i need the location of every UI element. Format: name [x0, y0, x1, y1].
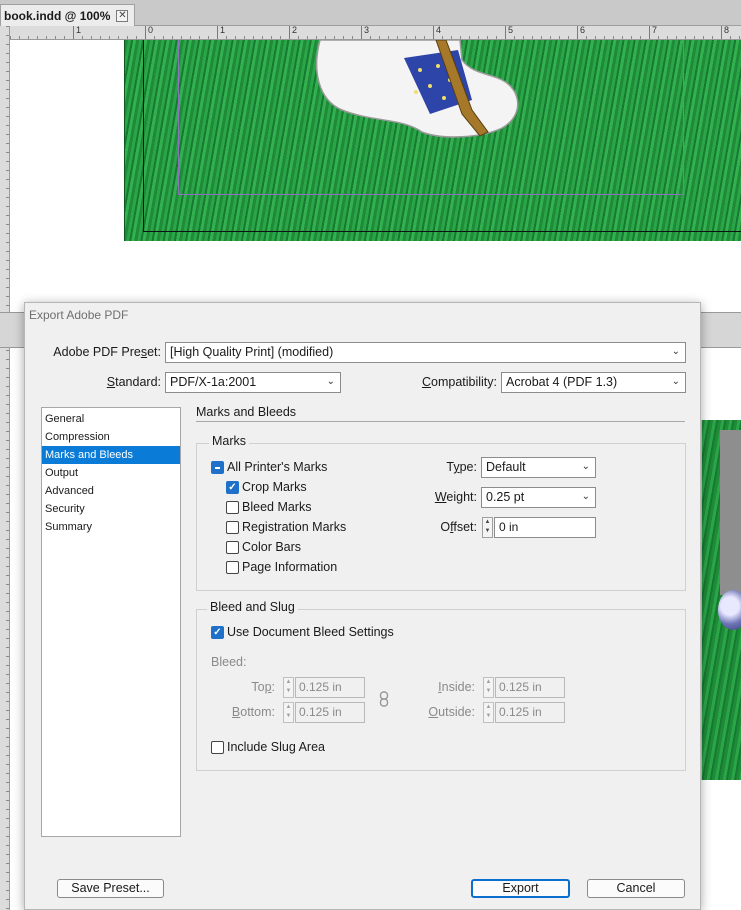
bleed-outside-stepper[interactable]: ▲ ▼ [483, 702, 494, 723]
bleed-bottom-stepper[interactable]: ▲ ▼ [283, 702, 294, 723]
dialog-title: Export Adobe PDF [29, 308, 129, 322]
include-slug-checkbox[interactable] [211, 741, 224, 754]
bleed-top-stepper[interactable]: ▲ ▼ [283, 677, 294, 698]
export-pdf-dialog: Export Adobe PDF Adobe PDF Preset: [High… [24, 302, 701, 910]
save-preset-button[interactable]: Save Preset... [57, 879, 164, 898]
ruler-label: 4 [433, 26, 441, 39]
export-button[interactable]: Export [471, 879, 570, 898]
registration-marks-checkbox[interactable] [226, 521, 239, 534]
bleed-bottom-label: Bottom: [231, 705, 275, 719]
registration-marks-label: Registration Marks [242, 520, 347, 534]
compatibility-label: Compatibility: [421, 375, 497, 389]
cancel-button[interactable]: Cancel [587, 879, 685, 898]
bleed-inside-stepper[interactable]: ▲ ▼ [483, 677, 494, 698]
standard-select[interactable]: PDF/X-1a:2001 ⌄ [165, 372, 341, 393]
sidebar-item-marks-and-bleeds[interactable]: Marks and Bleeds [42, 446, 180, 464]
marks-group-title: Marks [209, 434, 250, 448]
checkmark-icon: ✓ [228, 482, 237, 493]
preset-select[interactable]: [High Quality Print] (modified) ⌄ [165, 342, 686, 363]
bleed-outside-input[interactable]: 0.125 in [495, 702, 565, 723]
preset-value: [High Quality Print] (modified) [170, 345, 334, 359]
offset-stepper[interactable]: ▲ ▼ [482, 517, 493, 538]
use-document-bleed-label: Use Document Bleed Settings [227, 625, 394, 639]
section-title: Marks and Bleeds [196, 405, 297, 419]
bleed-outside-value: 0.125 in [499, 705, 542, 719]
mark-type-select[interactable]: Default ⌄ [481, 457, 596, 478]
chevron-down-icon: ⌄ [326, 376, 335, 387]
color-bars-checkbox[interactable] [226, 541, 239, 554]
all-printers-marks-label: All Printer's Marks [227, 460, 328, 474]
chevron-down-icon: ⌄ [671, 346, 680, 357]
ruler-label: 1 [73, 26, 81, 39]
document-tab[interactable]: book.indd @ 100% ✕ [0, 4, 136, 26]
standard-value: PDF/X-1a:2001 [170, 375, 257, 389]
color-bars-label: Color Bars [242, 540, 302, 554]
mark-weight-select[interactable]: 0.25 pt ⌄ [481, 487, 596, 508]
weight-label: Weight: [434, 490, 477, 504]
bleed-bottom-input[interactable]: 0.125 in [295, 702, 365, 723]
ruler-label: 6 [577, 26, 585, 39]
close-icon[interactable]: ✕ [116, 9, 129, 22]
bleed-inside-value: 0.125 in [499, 680, 542, 694]
bleed-slug-group-title: Bleed and Slug [207, 600, 298, 614]
section-divider [196, 421, 685, 422]
crop-marks-checkbox[interactable]: ✓ [226, 481, 239, 494]
use-document-bleed-checkbox[interactable]: ✓ [211, 626, 224, 639]
checkmark-icon: ✓ [213, 627, 222, 638]
sidebar-item-advanced[interactable]: Advanced [42, 482, 180, 500]
sidebar-item-output[interactable]: Output [42, 464, 180, 482]
horizontal-ruler[interactable]: 1 0 1 2 3 4 5 6 7 8 [10, 26, 741, 40]
offset-label: Offset: [440, 520, 477, 534]
bleed-top-input[interactable]: 0.125 in [295, 677, 365, 698]
chain-link-icon[interactable] [379, 691, 389, 707]
bleed-outside-label: Outside: [428, 705, 475, 719]
page-guide-frame [178, 40, 684, 195]
ruler-label: 0 [145, 26, 153, 39]
vertical-ruler[interactable] [0, 26, 10, 910]
mark-weight-value: 0.25 pt [486, 490, 525, 504]
bleed-bottom-value: 0.125 in [299, 705, 342, 719]
document-tab-title: book.indd @ 100% [4, 8, 111, 23]
chevron-down-icon: ⌄ [671, 376, 680, 387]
ruler-label: 3 [361, 26, 369, 39]
bleed-inside-label: Inside: [438, 680, 475, 694]
offset-input[interactable]: 0 in [494, 517, 596, 538]
ruler-label: 7 [649, 26, 657, 39]
ruler-label: 1 [217, 26, 225, 39]
bleed-marks-label: Bleed Marks [242, 500, 312, 514]
bleed-marks-checkbox[interactable] [226, 501, 239, 514]
compatibility-value: Acrobat 4 (PDF 1.3) [506, 375, 618, 389]
category-list: General Compression Marks and Bleeds Out… [41, 407, 181, 837]
sidebar-item-compression[interactable]: Compression [42, 428, 180, 446]
bleed-top-label: Top: [251, 680, 275, 694]
compatibility-select[interactable]: Acrobat 4 (PDF 1.3) ⌄ [501, 372, 686, 393]
ruler-label: 8 [721, 26, 729, 39]
ruler-label: 2 [289, 26, 297, 39]
page-artwork-figure [718, 590, 741, 630]
page-information-checkbox[interactable] [226, 561, 239, 574]
bleed-inside-input[interactable]: 0.125 in [495, 677, 565, 698]
sidebar-item-general[interactable]: General [42, 410, 180, 428]
sidebar-item-security[interactable]: Security [42, 500, 180, 518]
page-artwork-panel [720, 430, 741, 595]
standard-label: Standard: [106, 375, 161, 389]
all-printers-marks-checkbox[interactable] [211, 461, 224, 474]
mark-type-value: Default [486, 460, 526, 474]
bleed-top-value: 0.125 in [299, 680, 342, 694]
bleed-label: Bleed: [211, 655, 247, 669]
offset-value: 0 in [499, 520, 519, 534]
preset-label: Adobe PDF Preset: [53, 345, 161, 359]
include-slug-label: Include Slug Area [227, 740, 325, 754]
ruler-label: 5 [505, 26, 513, 39]
chevron-down-icon: ⌄ [581, 461, 590, 472]
chevron-down-icon: ⌄ [581, 491, 590, 502]
page-information-label: Page Information [242, 560, 338, 574]
crop-marks-label: Crop Marks [242, 480, 307, 494]
document-tab-bar: book.indd @ 100% ✕ [0, 0, 741, 26]
type-label: Type: [446, 460, 477, 474]
sidebar-item-summary[interactable]: Summary [42, 518, 180, 536]
